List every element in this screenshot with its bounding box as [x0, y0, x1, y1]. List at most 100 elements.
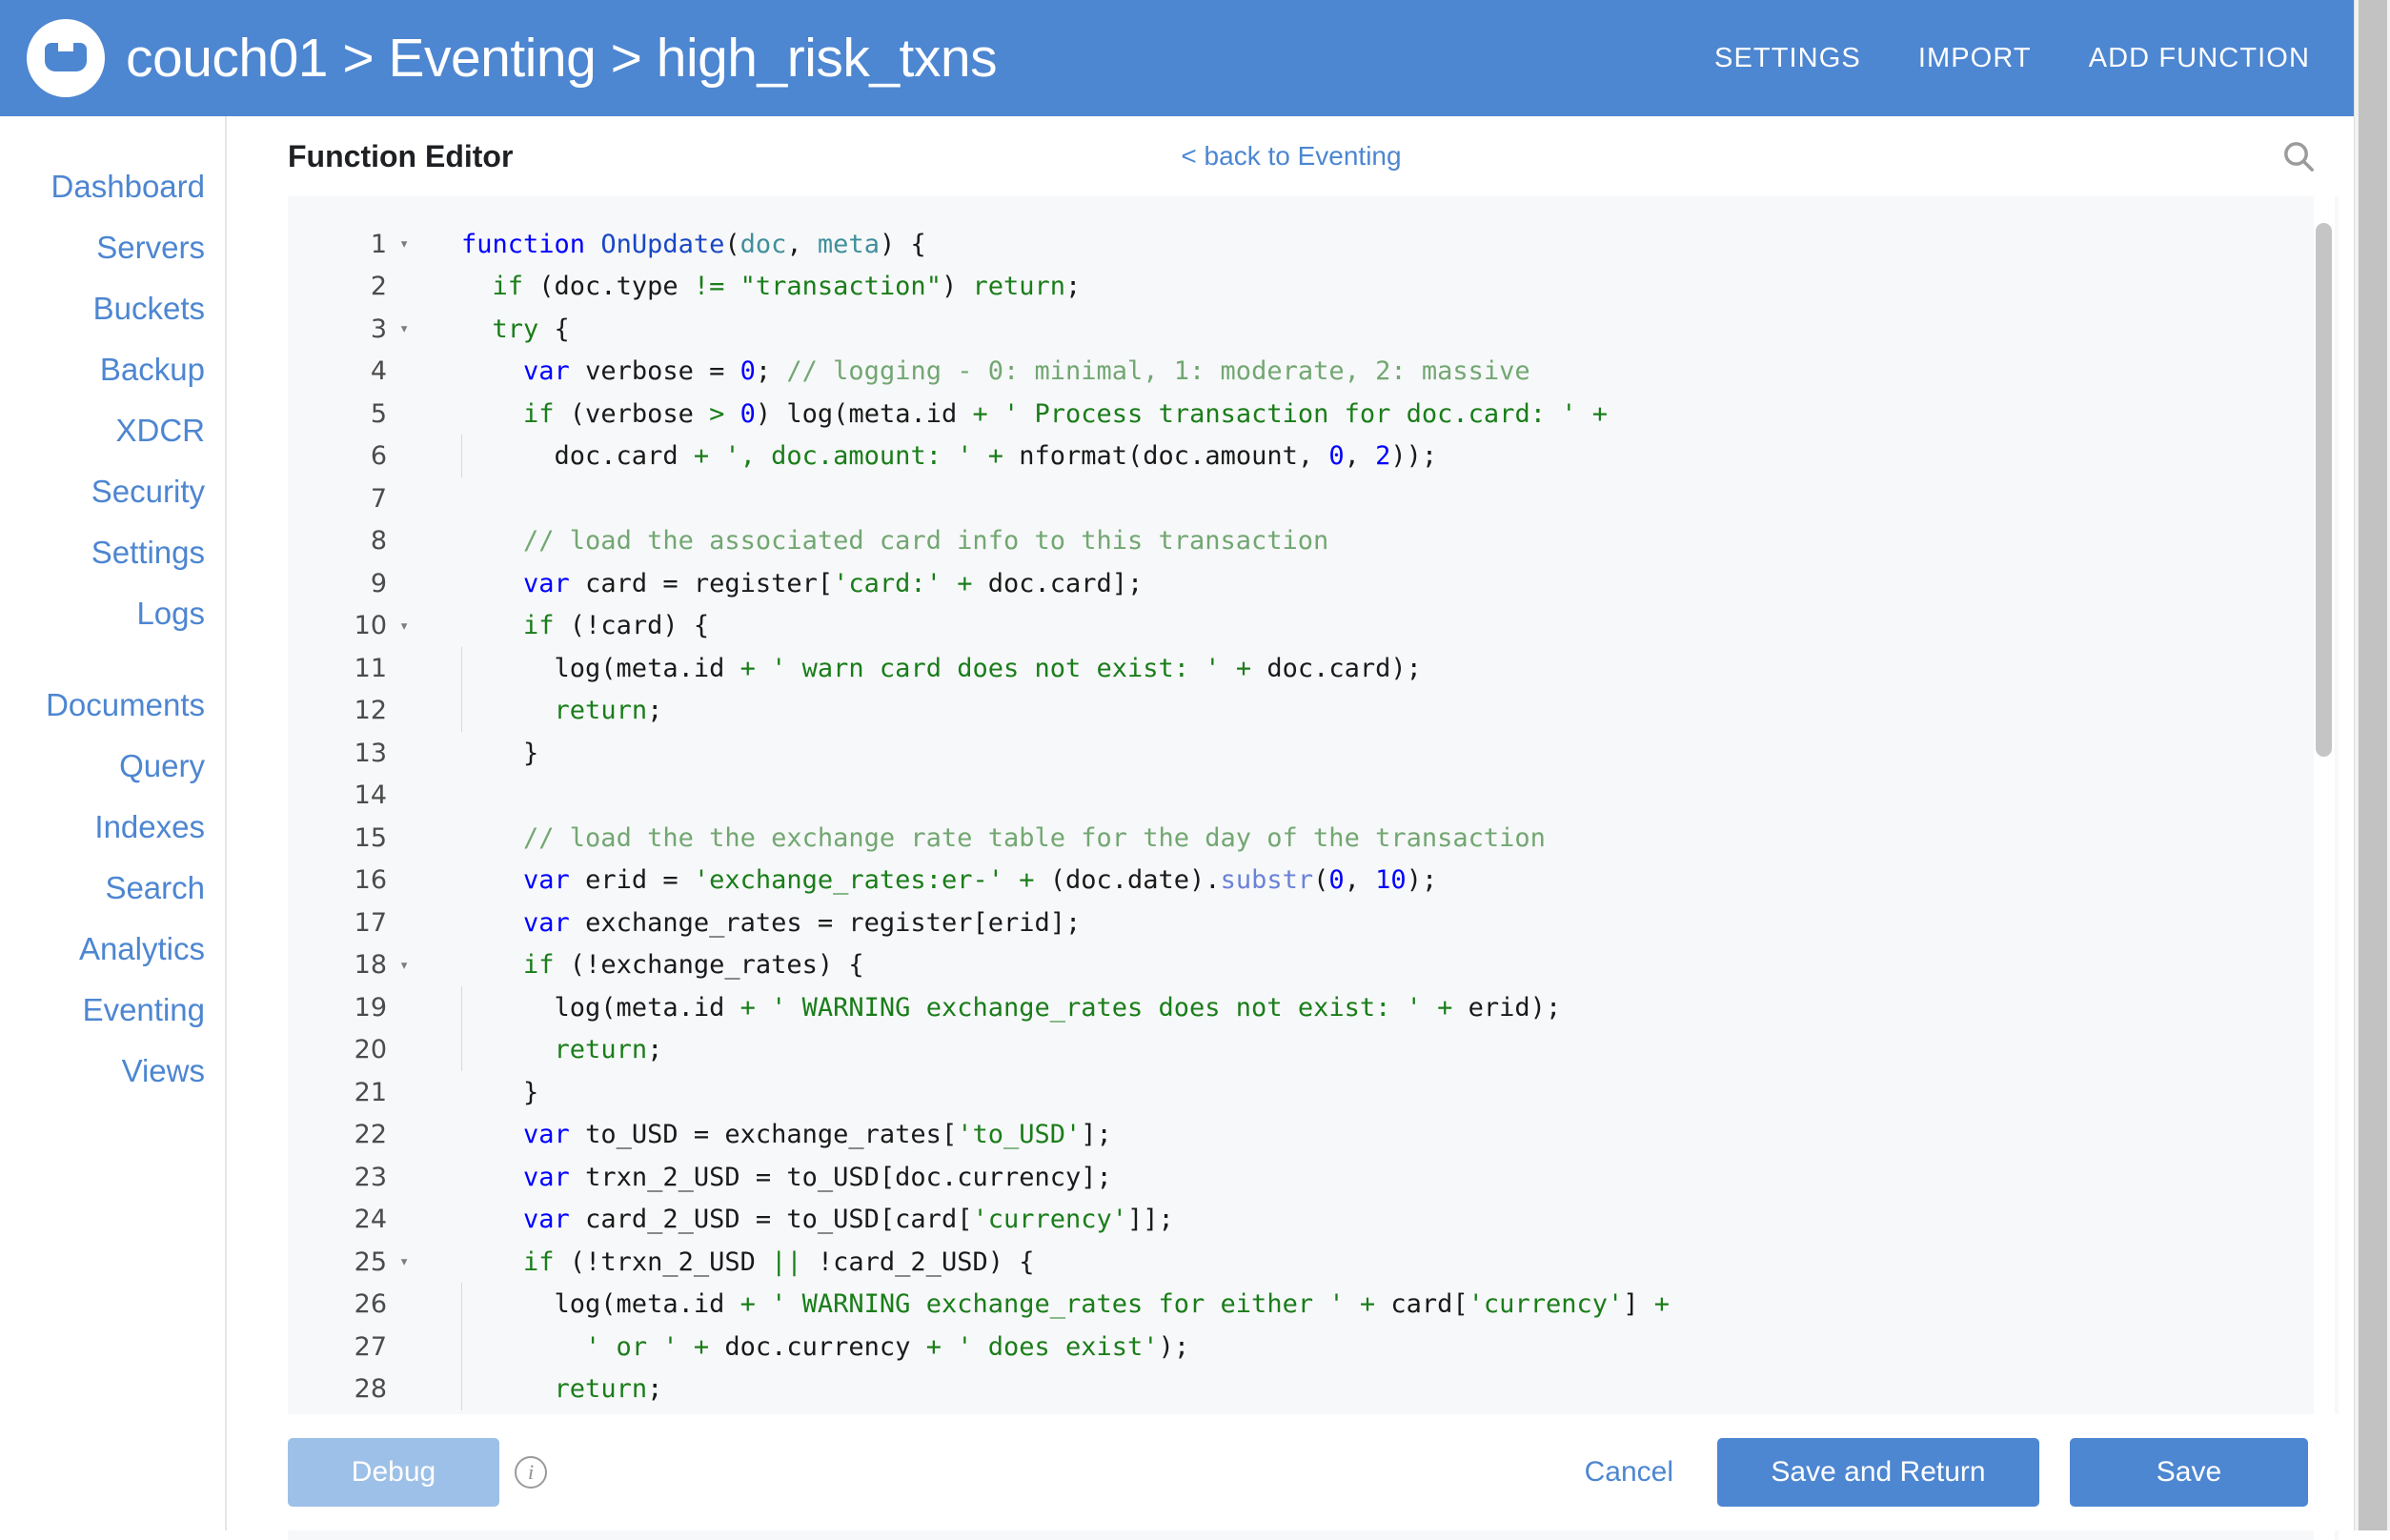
code-line-text: if (!exchange_rates) {: [429, 950, 2339, 980]
header-action-add-function[interactable]: ADD FUNCTION: [2089, 43, 2310, 74]
header-action-settings[interactable]: SETTINGS: [1714, 43, 1861, 74]
code-line[interactable]: 1▾function OnUpdate(doc, meta) {: [288, 223, 2339, 266]
code-line[interactable]: 8 // load the associated card info to th…: [288, 520, 2339, 563]
cancel-button[interactable]: Cancel: [1585, 1456, 1673, 1489]
code-line[interactable]: 11 log(meta.id + ' warn card does not ex…: [288, 647, 2339, 690]
code-line[interactable]: 23 var trxn_2_USD = to_USD[doc.currency]…: [288, 1156, 2339, 1199]
line-number: 1: [288, 230, 391, 259]
code-line[interactable]: 26 log(meta.id + ' WARNING exchange_rate…: [288, 1284, 2339, 1327]
editor-topbar: Function Editor < back to Eventing: [229, 116, 2354, 196]
sidebar-item-dashboard[interactable]: Dashboard: [0, 156, 225, 217]
code-line[interactable]: 7: [288, 477, 2339, 520]
code-line[interactable]: 14: [288, 775, 2339, 818]
sidebar-item-eventing[interactable]: Eventing: [0, 980, 225, 1041]
fold-toggle-icon[interactable]: ▾: [391, 617, 429, 636]
code-line-text: var card_2_USD = to_USD[card['currency']…: [429, 1205, 2339, 1234]
line-number: 16: [288, 865, 391, 895]
line-number: 14: [288, 780, 391, 810]
fold-toggle-icon[interactable]: ▾: [391, 956, 429, 975]
line-number: 9: [288, 569, 391, 598]
breadcrumb: couch01 > Eventing > high_risk_txns: [126, 31, 997, 86]
page-scrollbar-track[interactable]: [2354, 0, 2390, 1530]
fold-toggle-icon[interactable]: ▾: [391, 1252, 429, 1271]
code-line-text: var trxn_2_USD = to_USD[doc.currency];: [429, 1163, 2339, 1192]
line-number: 11: [288, 654, 391, 683]
code-line-text: if (doc.type != "transaction") return;: [429, 272, 2339, 301]
sidebar-item-security[interactable]: Security: [0, 461, 225, 522]
code-line[interactable]: 19 log(meta.id + ' WARNING exchange_rate…: [288, 986, 2339, 1029]
page-scrollbar-thumb[interactable]: [2359, 0, 2387, 1530]
code-line[interactable]: 25▾ if (!trxn_2_USD || !card_2_USD) {: [288, 1241, 2339, 1284]
line-number: 27: [288, 1332, 391, 1362]
app-header: couch01 > Eventing > high_risk_txns SETT…: [0, 0, 2354, 116]
code-line-text: ' or ' + doc.currency + ' does exist');: [429, 1332, 2339, 1362]
code-line[interactable]: 16 var erid = 'exchange_rates:er-' + (do…: [288, 860, 2339, 902]
header-actions: SETTINGS IMPORT ADD FUNCTION: [1714, 43, 2319, 74]
code-line-text: var card = register['card:' + doc.card];: [429, 569, 2339, 598]
code-line-text: log(meta.id + ' WARNING exchange_rates f…: [429, 1289, 2339, 1319]
page-title: Function Editor: [288, 139, 513, 174]
code-line[interactable]: 10▾ if (!card) {: [288, 605, 2339, 648]
couchbase-logo-icon: [27, 19, 105, 97]
code-line-text: var erid = 'exchange_rates:er-' + (doc.d…: [429, 865, 2339, 895]
save-and-return-button[interactable]: Save and Return: [1717, 1438, 2039, 1507]
debug-button[interactable]: Debug: [288, 1438, 499, 1507]
line-number: 2: [288, 272, 391, 301]
code-line[interactable]: 21 }: [288, 1071, 2339, 1114]
fold-toggle-icon[interactable]: ▾: [391, 319, 429, 338]
code-line[interactable]: 27 ' or ' + doc.currency + ' does exist'…: [288, 1326, 2339, 1368]
code-line[interactable]: 18▾ if (!exchange_rates) {: [288, 944, 2339, 987]
save-button[interactable]: Save: [2070, 1438, 2308, 1507]
code-line[interactable]: 20 return;: [288, 1029, 2339, 1072]
sidebar-item-buckets[interactable]: Buckets: [0, 278, 225, 339]
sidebar-item-search[interactable]: Search: [0, 858, 225, 919]
code-line-text: }: [429, 1078, 2339, 1107]
code-line[interactable]: 5 if (verbose > 0) log(meta.id + ' Proce…: [288, 393, 2339, 436]
code-line[interactable]: 22 var to_USD = exchange_rates['to_USD']…: [288, 1114, 2339, 1157]
fold-toggle-icon[interactable]: ▾: [391, 234, 429, 253]
code-line-text: }: [429, 739, 2339, 768]
code-line[interactable]: 4 var verbose = 0; // logging - 0: minim…: [288, 351, 2339, 394]
code-line-text: if (!card) {: [429, 611, 2339, 640]
code-line[interactable]: 6 doc.card + ', doc.amount: ' + nformat(…: [288, 436, 2339, 478]
sidebar-item-xdcr[interactable]: XDCR: [0, 400, 225, 461]
line-number: 5: [288, 399, 391, 429]
line-number: 19: [288, 993, 391, 1023]
sidebar-item-analytics[interactable]: Analytics: [0, 919, 225, 980]
info-icon[interactable]: i: [515, 1456, 547, 1489]
sidebar-item-settings[interactable]: Settings: [0, 522, 225, 583]
sidebar-item-backup[interactable]: Backup: [0, 339, 225, 400]
code-line[interactable]: 9 var card = register['card:' + doc.card…: [288, 562, 2339, 605]
search-icon[interactable]: [2278, 135, 2319, 177]
back-to-eventing-link[interactable]: < back to Eventing: [1181, 141, 1401, 172]
code-line-text: if (!trxn_2_USD || !card_2_USD) {: [429, 1247, 2339, 1277]
sidebar-item-indexes[interactable]: Indexes: [0, 797, 225, 858]
code-line[interactable]: 3▾ try {: [288, 308, 2339, 351]
sidebar-item-query[interactable]: Query: [0, 736, 225, 797]
sidebar-item-documents[interactable]: Documents: [0, 675, 225, 736]
code-line[interactable]: 13 }: [288, 732, 2339, 775]
line-number: 8: [288, 526, 391, 556]
line-number: 3: [288, 314, 391, 344]
code-line[interactable]: 28 return;: [288, 1368, 2339, 1411]
code-editor[interactable]: 1▾function OnUpdate(doc, meta) {2 if (do…: [288, 196, 2339, 1540]
code-line[interactable]: 2 if (doc.type != "transaction") return;: [288, 266, 2339, 309]
sidebar-item-views[interactable]: Views: [0, 1041, 225, 1102]
sidebar-item-logs[interactable]: Logs: [0, 583, 225, 644]
code-line-text: log(meta.id + ' WARNING exchange_rates d…: [429, 993, 2339, 1023]
code-lines: 1▾function OnUpdate(doc, meta) {2 if (do…: [288, 223, 2339, 1453]
sidebar-divider: [0, 644, 225, 675]
line-number: 12: [288, 696, 391, 725]
code-line-text: doc.card + ', doc.amount: ' + nformat(do…: [429, 441, 2339, 471]
editor-scrollbar-thumb[interactable]: [2316, 223, 2332, 757]
code-line-text: return;: [429, 696, 2339, 725]
code-line[interactable]: 12 return;: [288, 690, 2339, 733]
code-line-text: return;: [429, 1035, 2339, 1064]
header-action-import[interactable]: IMPORT: [1918, 43, 2032, 74]
code-line[interactable]: 17 var exchange_rates = register[erid];: [288, 902, 2339, 944]
footer-actions: Cancel Save and Return Save: [1585, 1438, 2308, 1507]
code-line-text: if (verbose > 0) log(meta.id + ' Process…: [429, 399, 2339, 429]
sidebar-item-servers[interactable]: Servers: [0, 217, 225, 278]
code-line[interactable]: 15 // load the the exchange rate table f…: [288, 817, 2339, 860]
code-line[interactable]: 24 var card_2_USD = to_USD[card['currenc…: [288, 1199, 2339, 1242]
